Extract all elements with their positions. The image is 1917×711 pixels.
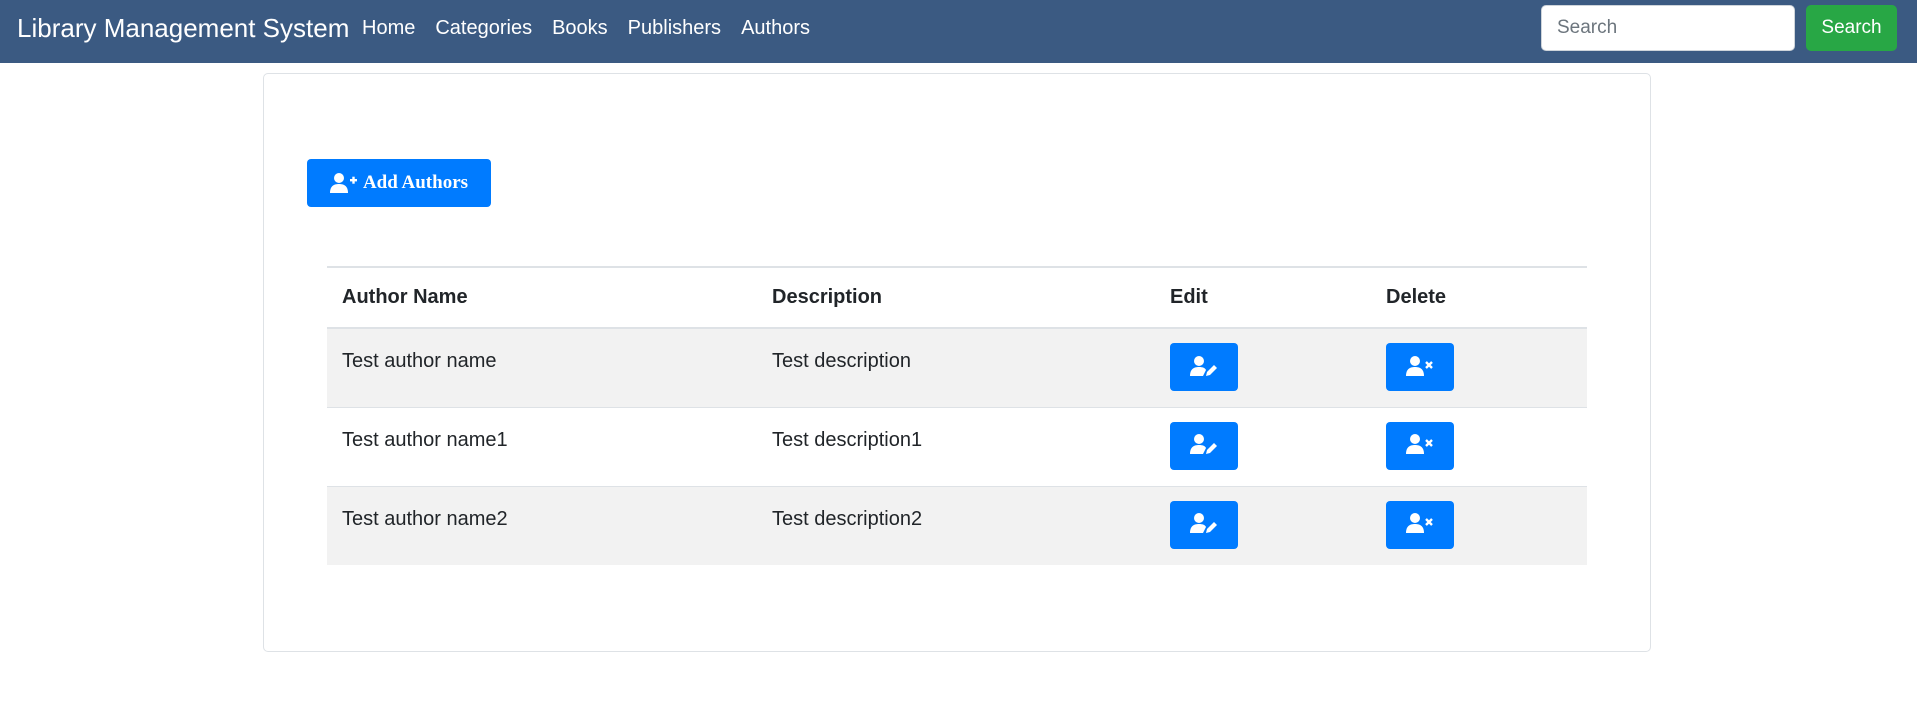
- table-header-row: Author Name Description Edit Delete: [327, 266, 1587, 329]
- nav-link-authors[interactable]: Authors: [741, 17, 810, 40]
- nav-links: Home Categories Books Publishers Authors: [362, 17, 830, 40]
- table-row: Test author name2 Test description2: [327, 485, 1587, 565]
- user-plus-icon: [329, 172, 357, 194]
- header-edit: Edit: [1155, 266, 1371, 329]
- author-name-cell: Test author name2: [327, 485, 757, 565]
- description-cell: Test description: [757, 327, 1155, 407]
- nav-link-categories[interactable]: Categories: [435, 17, 532, 40]
- authors-table: Author Name Description Edit Delete Test…: [327, 266, 1587, 565]
- table-row: Test author name1 Test description1: [327, 406, 1587, 486]
- header-delete: Delete: [1371, 266, 1587, 329]
- user-edit-icon: [1190, 433, 1218, 458]
- edit-button[interactable]: [1170, 421, 1238, 470]
- search-button[interactable]: Search: [1806, 5, 1897, 51]
- delete-button[interactable]: [1386, 343, 1454, 391]
- author-name-cell: Test author name: [327, 327, 757, 407]
- nav-link-home[interactable]: Home: [362, 17, 415, 40]
- nav-link-publishers[interactable]: Publishers: [628, 17, 721, 40]
- header-description: Description: [757, 266, 1155, 329]
- user-edit-icon: [1190, 512, 1218, 537]
- table-row: Test author name Test description: [327, 327, 1587, 407]
- nav-link-books[interactable]: Books: [552, 17, 608, 40]
- brand-title[interactable]: Library Management System: [17, 13, 349, 44]
- delete-button[interactable]: [1386, 421, 1454, 470]
- user-remove-icon: [1406, 433, 1434, 458]
- delete-button[interactable]: [1386, 500, 1454, 549]
- user-remove-icon: [1406, 512, 1434, 537]
- user-edit-icon: [1190, 355, 1218, 380]
- add-authors-button[interactable]: Add Authors: [307, 159, 491, 207]
- author-name-cell: Test author name1: [327, 406, 757, 486]
- search-input[interactable]: [1541, 5, 1795, 51]
- add-authors-label: Add Authors: [362, 172, 469, 193]
- header-author-name: Author Name: [327, 266, 757, 329]
- description-cell: Test description2: [757, 485, 1155, 565]
- edit-button[interactable]: [1170, 343, 1238, 391]
- description-cell: Test description1: [757, 406, 1155, 486]
- edit-button[interactable]: [1170, 500, 1238, 549]
- navbar: Library Management System Home Categorie…: [0, 0, 1917, 63]
- user-remove-icon: [1406, 355, 1434, 380]
